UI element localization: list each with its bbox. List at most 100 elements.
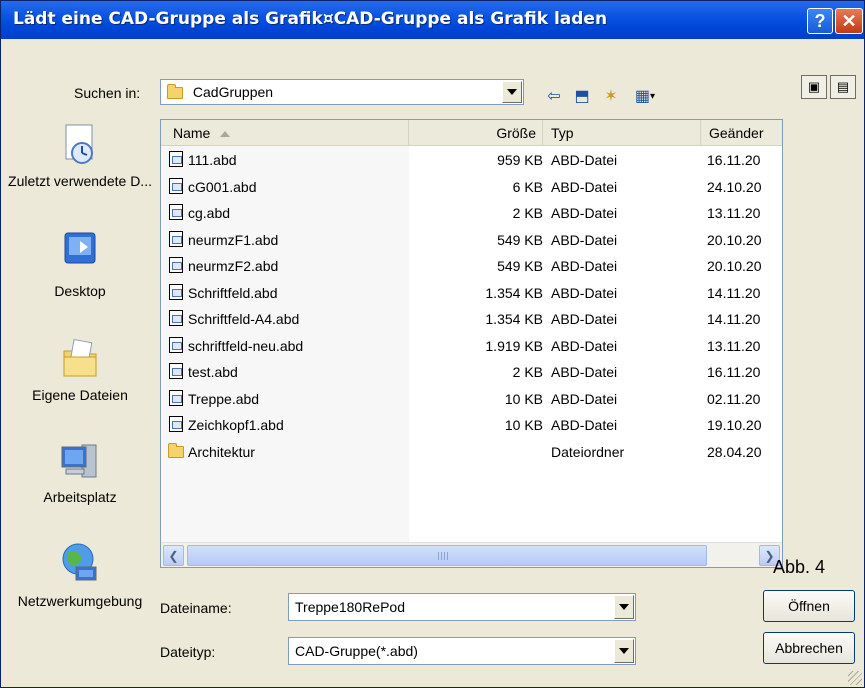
- up-folder-button[interactable]: ⬒: [570, 85, 594, 107]
- chevron-down-icon: [619, 604, 629, 610]
- sidebar-item-documents[interactable]: Eigene Dateien: [5, 337, 155, 403]
- help-button[interactable]: ?: [807, 8, 833, 34]
- view-menu-button[interactable]: ▦ ▾: [629, 85, 661, 107]
- new-folder-icon: ✶: [604, 88, 618, 105]
- sidebar-item-computer[interactable]: Arbeitsplatz: [5, 439, 155, 505]
- scrollbar-thumb[interactable]: [187, 545, 707, 566]
- file-modified: 28.04.20: [707, 443, 762, 460]
- sort-ascending-icon: [220, 131, 231, 138]
- chevron-left-icon: ❮: [168, 548, 179, 563]
- list-item[interactable]: Treppe.abd 10 KB ABD-Datei 02.11.20: [161, 387, 782, 411]
- file-size: 959 KB: [497, 152, 543, 168]
- column-header-name[interactable]: Name: [161, 120, 409, 146]
- file-icon: [169, 204, 183, 220]
- file-size: 549 KB: [497, 231, 543, 248]
- recent-documents-icon: [60, 123, 100, 164]
- file-icon: [169, 283, 183, 300]
- thumb-grip: [438, 552, 450, 560]
- back-button[interactable]: ⇦: [542, 85, 566, 107]
- list-item[interactable]: schriftfeld-neu.abd 1.919 KB ABD-Datei 13.1…: [161, 334, 782, 358]
- file-type: Dateiordner: [551, 443, 625, 460]
- resize-grip[interactable]: [848, 671, 862, 685]
- file-icon: [169, 257, 183, 273]
- view-menu-icon: ▦: [634, 88, 651, 105]
- column-header-type[interactable]: Typ: [543, 120, 701, 146]
- column-header-modified[interactable]: Geänder: [701, 120, 782, 146]
- file-size: 1.354 KB: [485, 284, 543, 301]
- file-type: ABD-Datei: [551, 178, 618, 195]
- close-button[interactable]: ✕: [835, 8, 863, 34]
- preview-toggle-button[interactable]: ▣: [801, 75, 827, 99]
- file-name: test.abd: [188, 364, 238, 380]
- figure-annotation: Abb. 4: [773, 557, 826, 577]
- list-item[interactable]: Schriftfeld.abd 1.354 KB ABD-Datei 14.11.20: [161, 281, 782, 305]
- network-places-icon: [60, 541, 100, 581]
- file-name: schriftfeld-neu.abd: [188, 337, 304, 354]
- filetype-select[interactable]: CAD-Gruppe(*.abd): [288, 637, 636, 665]
- file-modified: 16.11.20: [707, 364, 761, 380]
- file-icon: [169, 310, 183, 326]
- sidebar-item-recent[interactable]: Zuletzt verwendete D...: [5, 123, 155, 189]
- file-type: ABD-Datei: [551, 364, 618, 380]
- file-size: 6 KB: [512, 178, 543, 195]
- column-header-size[interactable]: Größe: [409, 120, 543, 146]
- horizontal-scrollbar[interactable]: ❮ ❯: [161, 542, 782, 567]
- help-icon: ?: [814, 10, 826, 31]
- cancel-button[interactable]: Abbrechen: [763, 632, 855, 664]
- file-size: 1.354 KB: [485, 311, 543, 327]
- file-type: ABD-Datei: [551, 337, 618, 354]
- preview-icon: ▣: [807, 79, 821, 94]
- list-item[interactable]: cG001.abd 6 KB ABD-Datei 24.10.20: [161, 175, 782, 199]
- filetype-dropdown-button[interactable]: [614, 639, 634, 663]
- file-type: ABD-Datei: [551, 258, 618, 274]
- lookin-value: CadGruppen: [192, 84, 274, 100]
- sidebar-item-label: Zuletzt verwendete D...: [8, 173, 152, 189]
- file-name: neurmzF2.abd: [188, 258, 279, 274]
- filename-label: Dateiname:: [160, 600, 232, 616]
- sidebar-item-desktop[interactable]: Desktop: [5, 229, 155, 299]
- sidebar-item-label: Arbeitsplatz: [43, 489, 117, 505]
- list-item[interactable]: Architektur Dateiordner 28.04.20: [161, 440, 782, 464]
- lookin-dropdown-button[interactable]: [502, 81, 522, 103]
- new-folder-button[interactable]: ✶: [599, 85, 623, 107]
- filename-input[interactable]: Treppe180RePod: [288, 593, 636, 621]
- file-list[interactable]: Name Größe Typ Geänder 111.abd 959 KB ABD-…: [160, 119, 783, 568]
- file-modified: 19.10.20: [707, 417, 762, 433]
- scroll-left-button[interactable]: ❮: [163, 545, 184, 566]
- window-title: Lädt eine CAD-Gruppe als Grafik¤CAD-Grup…: [13, 9, 608, 29]
- file-icon: [169, 177, 183, 194]
- list-item[interactable]: Zeichkopf1.abd 10 KB ABD-Datei 19.10.20: [161, 413, 782, 437]
- file-modified: 13.11.20: [707, 205, 761, 221]
- sidebar-item-network[interactable]: Netzwerkumgebung: [5, 541, 155, 609]
- list-item[interactable]: neurmzF2.abd 549 KB ABD-Datei 20.10.20: [161, 254, 782, 278]
- desktop-icon: [60, 229, 100, 269]
- file-type: ABD-Datei: [551, 231, 618, 248]
- open-button[interactable]: Öffnen: [763, 590, 855, 622]
- list-item[interactable]: test.abd 2 KB ABD-Datei 16.11.20: [161, 360, 782, 384]
- list-item[interactable]: neurmzF1.abd 549 KB ABD-Datei 20.10.20: [161, 228, 782, 252]
- folder-icon: [167, 84, 183, 100]
- title-bar[interactable]: Lädt eine CAD-Gruppe als Grafik¤CAD-Grup…: [1, 1, 864, 39]
- list-item[interactable]: Schriftfeld-A4.abd 1.354 KB ABD-Datei 14.11…: [161, 307, 782, 331]
- file-modified: 20.10.20: [707, 231, 762, 248]
- sidebar-item-label: Desktop: [54, 283, 106, 299]
- filename-dropdown-button[interactable]: [614, 595, 634, 619]
- lookin-select[interactable]: CadGruppen: [160, 79, 524, 105]
- file-size: 10 KB: [504, 390, 543, 407]
- file-name: Architektur: [188, 443, 255, 460]
- file-type: ABD-Datei: [551, 152, 618, 168]
- chevron-down-icon: [619, 648, 629, 654]
- file-type: ABD-Datei: [551, 205, 618, 221]
- file-name: neurmzF1.abd: [188, 231, 279, 248]
- chevron-down-icon: [507, 89, 517, 95]
- details-toggle-button[interactable]: ▤: [830, 75, 856, 99]
- list-item[interactable]: 111.abd 959 KB ABD-Datei 16.11.20: [161, 148, 782, 172]
- folder-icon: [168, 442, 184, 458]
- file-type: ABD-Datei: [551, 311, 618, 327]
- file-name: Schriftfeld.abd: [188, 284, 278, 301]
- list-item[interactable]: cg.abd 2 KB ABD-Datei 13.11.20: [161, 201, 782, 225]
- up-folder-icon: ⬒: [574, 88, 590, 105]
- my-computer-icon: [60, 439, 100, 479]
- file-modified: 14.11.20: [707, 284, 761, 301]
- file-name: Zeichkopf1.abd: [188, 417, 284, 433]
